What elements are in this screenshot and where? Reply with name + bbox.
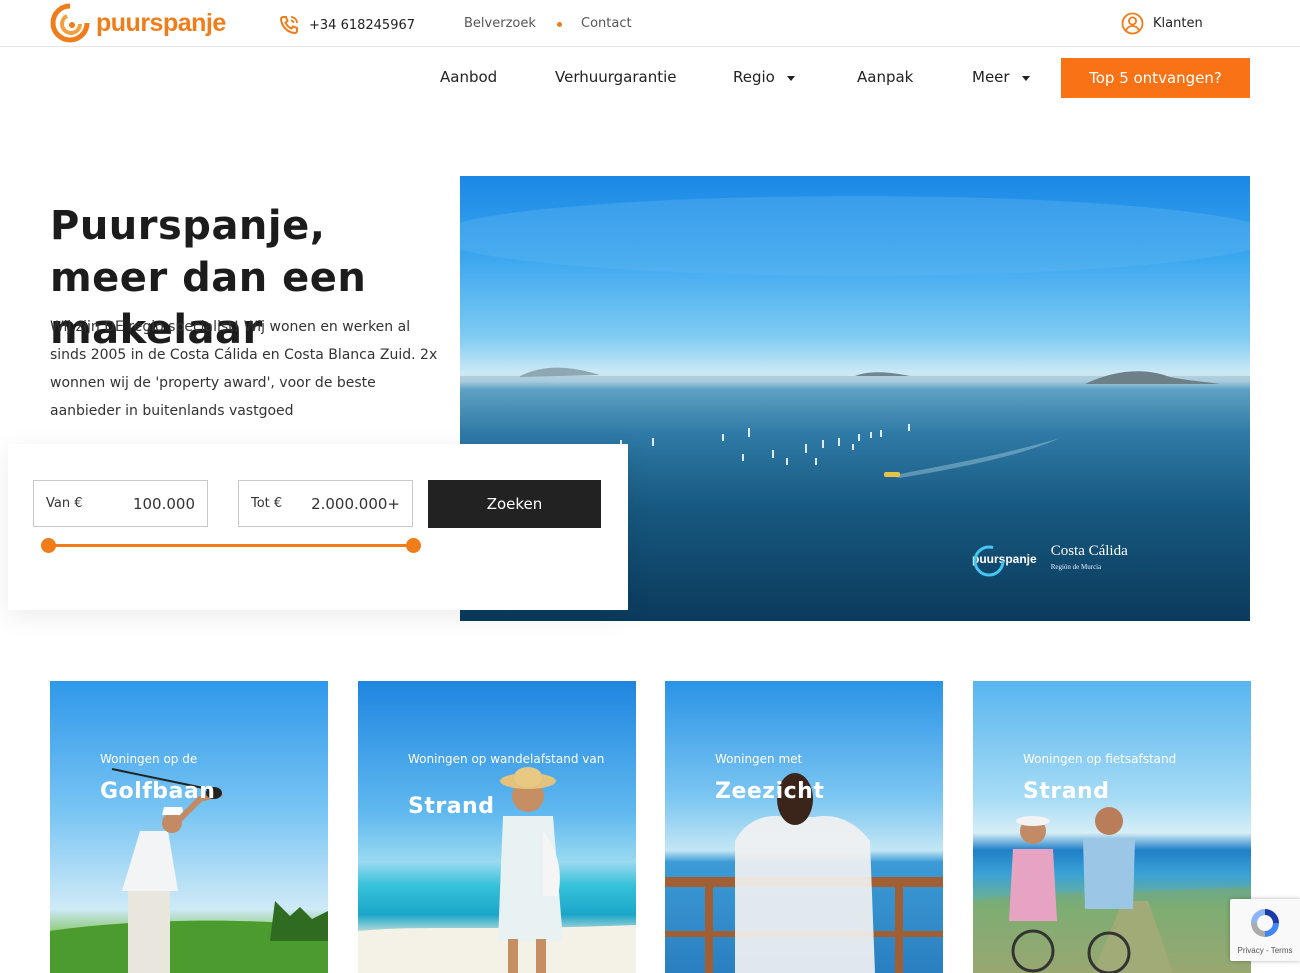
user-circle-icon [1121, 12, 1144, 35]
nav-item-aanbod[interactable]: Aanbod [440, 68, 497, 86]
logo[interactable]: puurspanje [50, 3, 226, 43]
max-price-field[interactable]: Tot € 2.000.000+ [238, 480, 413, 527]
account-label: Klanten [1153, 16, 1203, 31]
nav-item-meer[interactable]: Meer [972, 68, 1030, 86]
card-title: Golfbaan [100, 779, 216, 804]
nav-item-label: Aanpak [857, 68, 914, 86]
sea-view-woman-image [665, 773, 943, 973]
nav-item-label: Meer [972, 68, 1010, 86]
nav-item-label: Regio [733, 68, 775, 86]
logo-text: puurspanje [96, 8, 226, 37]
phone-number: +34 618245967 [309, 17, 416, 33]
max-price-value: 2.000.000+ [311, 494, 400, 513]
costa-calida-logo-icon [973, 545, 1005, 577]
recaptcha-links[interactable]: Privacy - Terms [1230, 946, 1300, 955]
recaptcha-icon [1251, 909, 1279, 937]
watermark-region-sub: Región de Murcia [1050, 563, 1102, 571]
card-strand-wandel[interactable]: Woningen op wandelafstand van Strand [358, 681, 636, 973]
caret-down-icon [1021, 75, 1030, 81]
golfer-image [50, 768, 328, 973]
nav-item-regio[interactable]: Regio [733, 68, 795, 86]
caret-down-icon [786, 75, 795, 81]
callback-link[interactable]: Belverzoek [464, 16, 536, 31]
min-price-value: 100.000 [132, 494, 195, 513]
card-golfbaan[interactable]: Woningen op de Golfbaan [50, 681, 328, 973]
cyclists-image [973, 807, 1251, 973]
account-link[interactable]: Klanten [1121, 12, 1203, 35]
min-price-field[interactable]: Van € 100.000 [33, 480, 208, 527]
logo-swirl-icon [50, 3, 90, 43]
card-pretitle: Woningen op de [100, 752, 198, 766]
nav-item-label: Aanbod [440, 68, 498, 86]
card-zeezicht[interactable]: Woningen met Zeezicht [665, 681, 943, 973]
slider-max-handle[interactable] [405, 538, 421, 553]
card-pretitle: Woningen op fietsafstand [1023, 752, 1177, 766]
recaptcha-badge[interactable]: Privacy - Terms [1230, 899, 1300, 961]
top-bar: puurspanje +34 618245967 Belverzoek Cont… [0, 0, 1300, 47]
separator-dot [557, 22, 562, 27]
price-search-card: Van € 100.000 Tot € 2.000.000+ Zoeken [8, 444, 628, 610]
phone-link[interactable]: +34 618245967 [278, 14, 415, 36]
card-title: Strand [1023, 779, 1110, 804]
card-title: Strand [408, 794, 495, 819]
beach-woman-image [358, 767, 636, 973]
nav-item-verhuurgarantie[interactable]: Verhuurgarantie [555, 68, 677, 86]
contact-link[interactable]: Contact [581, 16, 632, 31]
card-pretitle: Woningen op wandelafstand van [408, 752, 605, 766]
max-price-label: Tot € [251, 496, 283, 511]
search-button[interactable]: Zoeken [428, 480, 601, 528]
nav-item-label: Verhuurgarantie [555, 68, 677, 86]
top5-cta-button[interactable]: Top 5 ontvangen? [1061, 58, 1250, 98]
image-watermark: puurspanje Costa Cálida Región de Murcia [972, 544, 1128, 577]
watermark-region: Costa Cálida Región de Murcia [1051, 544, 1128, 574]
price-slider-track[interactable] [48, 544, 413, 547]
phone-icon [279, 16, 298, 35]
hero-text: Wij zijn DE regio specialist! Wij wonen … [50, 319, 438, 419]
card-title: Zeezicht [715, 779, 825, 804]
watermark-region-name: Costa Cálida [1050, 543, 1128, 559]
min-price-label: Van € [46, 496, 83, 511]
card-pretitle: Woningen met [715, 752, 803, 766]
nav-item-aanpak[interactable]: Aanpak [857, 68, 913, 86]
card-strand-fiets[interactable]: Woningen op fietsafstand Strand [973, 681, 1251, 973]
slider-min-handle[interactable] [40, 538, 56, 553]
